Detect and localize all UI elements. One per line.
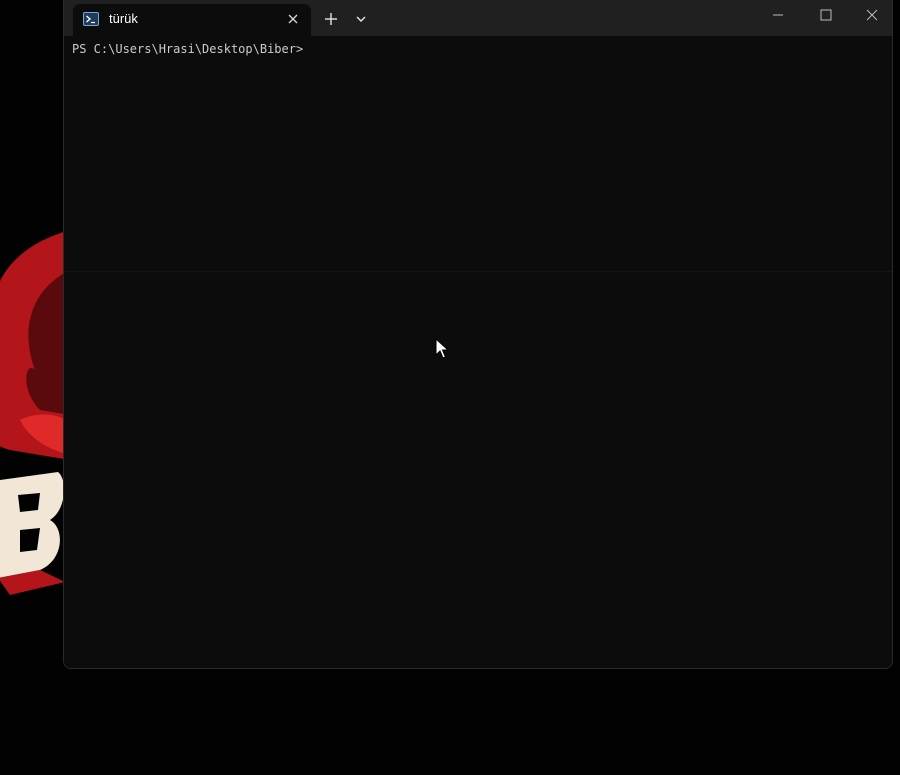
close-icon[interactable] bbox=[283, 9, 303, 29]
chevron-down-icon[interactable] bbox=[350, 8, 372, 30]
minimize-button[interactable] bbox=[756, 0, 800, 30]
minimize-icon bbox=[773, 14, 783, 16]
maximize-icon bbox=[820, 9, 832, 21]
divider bbox=[64, 271, 892, 272]
powershell-icon bbox=[83, 12, 99, 26]
tab-turuk[interactable]: türük bbox=[73, 4, 311, 36]
plus-icon[interactable] bbox=[320, 8, 342, 30]
window-close-button[interactable] bbox=[850, 0, 892, 30]
terminal-pane[interactable]: PS C:\Users\Hrasi\Desktop\Biber> bbox=[64, 36, 892, 668]
maximize-button[interactable] bbox=[804, 0, 848, 30]
close-icon bbox=[866, 9, 878, 21]
terminal-window: türük PS C:\Users\Hrasi\Desktop\Biber> bbox=[63, 0, 893, 669]
tab-title: türük bbox=[109, 11, 138, 26]
title-bar[interactable]: türük bbox=[64, 0, 892, 36]
mouse-cursor-icon bbox=[435, 338, 449, 359]
desktop: türük PS C:\Users\Hrasi\Desktop\Biber> bbox=[0, 0, 900, 775]
command-prompt: PS C:\Users\Hrasi\Desktop\Biber> bbox=[72, 42, 304, 56]
